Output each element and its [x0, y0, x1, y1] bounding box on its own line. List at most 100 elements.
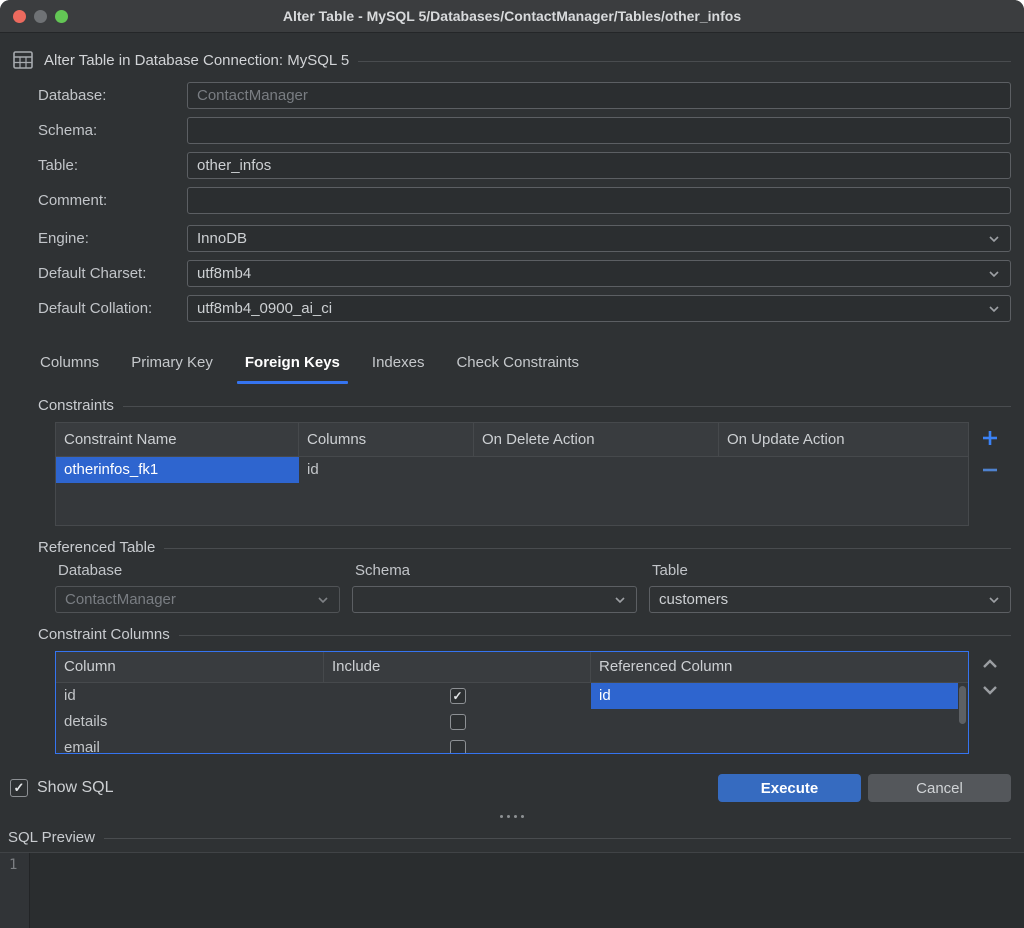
- tab-check-constraints[interactable]: Check Constraints: [442, 346, 593, 384]
- add-constraint-button[interactable]: [980, 428, 1000, 448]
- constraint-columns-cell[interactable]: id: [299, 457, 474, 483]
- tab-foreign-keys[interactable]: Foreign Keys: [231, 346, 354, 384]
- charset-select[interactable]: utf8mb4: [187, 260, 1011, 287]
- form-row-comment: Comment:: [38, 187, 1011, 214]
- schema-label: Schema:: [38, 122, 187, 139]
- ref-schema-group: Schema: [352, 562, 637, 613]
- table-row[interactable]: email: [56, 735, 958, 754]
- tab-columns[interactable]: Columns: [26, 346, 113, 384]
- sql-preview-section-title: SQL Preview: [8, 829, 95, 846]
- cancel-button[interactable]: Cancel: [868, 774, 1011, 802]
- divider-line: [179, 635, 1011, 636]
- column-header-constraint-name[interactable]: Constraint Name: [56, 423, 299, 456]
- remove-constraint-button[interactable]: [980, 460, 1000, 480]
- column-header-columns[interactable]: Columns: [299, 423, 474, 456]
- splitter-dot: [500, 815, 503, 818]
- code-area[interactable]: [30, 853, 1024, 928]
- database-field[interactable]: [187, 82, 1011, 109]
- constraint-columns-table-header: Column Include Referenced Column: [56, 652, 968, 683]
- constraints-area: Constraint Name Columns On Delete Action…: [55, 422, 1011, 526]
- collation-label: Default Collation:: [38, 300, 187, 317]
- dialog-footer: Show SQL Execute Cancel: [10, 774, 1011, 802]
- chevron-down-icon: [613, 593, 627, 607]
- constraint-on-delete-cell[interactable]: [474, 457, 719, 483]
- splitter-dot: [507, 815, 510, 818]
- form-row-schema: Schema:: [38, 117, 1011, 144]
- column-name-cell[interactable]: id: [56, 683, 324, 709]
- sql-editor[interactable]: 1: [0, 852, 1024, 928]
- dialog-section-title: Alter Table in Database Connection: MySQ…: [44, 52, 349, 69]
- tab-primary-key[interactable]: Primary Key: [117, 346, 227, 384]
- tab-indexes[interactable]: Indexes: [358, 346, 439, 384]
- table-row[interactable]: details: [56, 709, 958, 735]
- chevron-down-icon: [316, 593, 330, 607]
- titlebar[interactable]: Alter Table - MySQL 5/Databases/ContactM…: [0, 0, 1024, 33]
- divider-line: [164, 548, 1011, 549]
- referenced-column-cell[interactable]: [591, 709, 958, 735]
- constraint-on-update-cell[interactable]: [719, 457, 968, 483]
- include-checkbox[interactable]: [450, 740, 466, 754]
- table-label: Table:: [38, 157, 187, 174]
- move-up-button[interactable]: [981, 657, 999, 671]
- ref-database-value: ContactManager: [65, 591, 176, 608]
- referenced-table-section-header: Referenced Table: [38, 539, 1011, 556]
- constraints-section-title: Constraints: [38, 397, 114, 414]
- constraints-table-header: Constraint Name Columns On Delete Action…: [56, 423, 968, 457]
- include-cell: [324, 709, 591, 735]
- ref-table-select[interactable]: customers: [649, 586, 1011, 613]
- ref-database-label: Database: [58, 562, 340, 579]
- show-sql-label: Show SQL: [37, 779, 113, 797]
- constraint-columns-section-title: Constraint Columns: [38, 626, 170, 643]
- column-header-include[interactable]: Include: [324, 652, 591, 682]
- constraints-table[interactable]: Constraint Name Columns On Delete Action…: [55, 422, 969, 526]
- column-header-referenced-column[interactable]: Referenced Column: [591, 652, 968, 682]
- collation-value: utf8mb4_0900_ai_ci: [197, 300, 332, 317]
- ref-database-select[interactable]: ContactManager: [55, 586, 340, 613]
- column-header-column[interactable]: Column: [56, 652, 324, 682]
- close-button[interactable]: [13, 10, 26, 23]
- comment-field[interactable]: [187, 187, 1011, 214]
- divider-line: [123, 406, 1011, 407]
- column-header-on-delete[interactable]: On Delete Action: [474, 423, 719, 456]
- chevron-down-icon: [987, 302, 1001, 316]
- constraint-name-cell[interactable]: otherinfos_fk1: [56, 457, 299, 483]
- table-field[interactable]: [187, 152, 1011, 179]
- charset-label: Default Charset:: [38, 265, 187, 282]
- constraint-columns-table[interactable]: Column Include Referenced Column id id d…: [55, 651, 969, 754]
- show-sql-checkbox[interactable]: [10, 779, 28, 797]
- include-checkbox[interactable]: [450, 714, 466, 730]
- chevron-down-icon: [987, 232, 1001, 246]
- collation-select[interactable]: utf8mb4_0900_ai_ci: [187, 295, 1011, 322]
- engine-label: Engine:: [38, 230, 187, 247]
- referenced-column-cell[interactable]: [591, 735, 958, 754]
- move-down-button[interactable]: [981, 683, 999, 697]
- ref-table-group: Table customers: [649, 562, 1011, 613]
- column-name-cell[interactable]: details: [56, 709, 324, 735]
- ref-schema-label: Schema: [355, 562, 637, 579]
- include-cell: [324, 683, 591, 709]
- vertical-scrollbar[interactable]: [959, 686, 966, 724]
- execute-button[interactable]: Execute: [718, 774, 861, 802]
- window-title: Alter Table - MySQL 5/Databases/ContactM…: [283, 8, 741, 24]
- table-row[interactable]: otherinfos_fk1 id: [56, 457, 968, 483]
- schema-field[interactable]: [187, 117, 1011, 144]
- ref-schema-select[interactable]: [352, 586, 637, 613]
- tab-bar: Columns Primary Key Foreign Keys Indexes…: [26, 346, 1011, 384]
- referenced-column-cell[interactable]: id: [591, 683, 958, 709]
- constraint-columns-section-header: Constraint Columns: [38, 626, 1011, 643]
- show-sql-group[interactable]: Show SQL: [10, 779, 113, 797]
- constraint-columns-area: Column Include Referenced Column id id d…: [55, 651, 1011, 754]
- line-number-gutter: 1: [0, 853, 30, 928]
- minimize-button[interactable]: [34, 10, 47, 23]
- form-row-engine: Engine: InnoDB: [38, 225, 1011, 252]
- column-name-cell[interactable]: email: [56, 735, 324, 754]
- column-header-on-update[interactable]: On Update Action: [719, 423, 968, 456]
- splitter-handle[interactable]: [0, 815, 1024, 819]
- zoom-button[interactable]: [55, 10, 68, 23]
- engine-select[interactable]: InnoDB: [187, 225, 1011, 252]
- constraints-toolbar: [969, 422, 1011, 526]
- table-row[interactable]: id id: [56, 683, 958, 709]
- include-checkbox[interactable]: [450, 688, 466, 704]
- database-label: Database:: [38, 87, 187, 104]
- splitter-dot: [521, 815, 524, 818]
